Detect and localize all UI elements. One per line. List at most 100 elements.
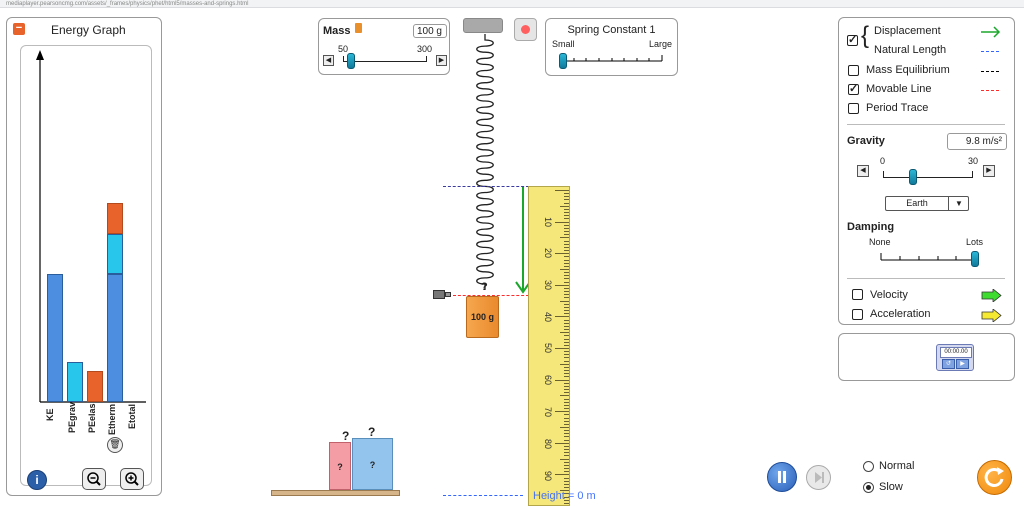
ruler-tick: [564, 259, 569, 261]
ruler-tick: [564, 389, 569, 391]
stop-button[interactable]: [514, 18, 537, 41]
ruler-tick: [564, 449, 569, 451]
ruler[interactable]: 10 20 30 40 50 60 70 80 90: [528, 186, 570, 506]
label-e-total: Etotal: [127, 403, 137, 429]
spring-constant-label: Spring Constant 1: [567, 24, 656, 36]
info-icon[interactable]: i: [27, 470, 47, 490]
period-trace-label: Period Trace: [866, 102, 929, 114]
bar-pe-elas: [67, 362, 83, 402]
bar-e-therm: [87, 371, 103, 402]
ruler-tick: [564, 294, 569, 296]
ruler-tick: [564, 297, 569, 299]
pause-button[interactable]: [767, 462, 797, 492]
spring-constant-thumb[interactable]: [559, 53, 567, 69]
ruler-tick: [564, 487, 569, 489]
ruler-tick: [564, 392, 569, 394]
stopwatch-reset-icon[interactable]: ↺: [942, 359, 955, 369]
ruler-number: 80: [543, 438, 554, 450]
right-control-panel: ✓ { Displacement Natural Length Mass Equ…: [838, 17, 1015, 325]
ruler-tick: [560, 237, 569, 239]
gravity-increase-button[interactable]: ▶: [983, 165, 995, 177]
ruler-number: 60: [543, 374, 554, 386]
ruler-tick: [560, 395, 569, 397]
velocity-checkbox[interactable]: [852, 289, 863, 300]
damping-max: Lots: [966, 237, 984, 247]
ruler-tick: [564, 335, 569, 337]
step-button[interactable]: [806, 465, 831, 490]
displacement-checkbox[interactable]: ✓: [847, 35, 858, 46]
ruler-tick: [564, 357, 569, 359]
ruler-tick: [560, 332, 569, 334]
mass-slider-thumb[interactable]: [347, 53, 356, 69]
mystery-mass-blue[interactable]: ?: [352, 438, 393, 490]
ruler-tick: [564, 196, 569, 198]
mass-equilibrium-label: Mass Equilibrium: [866, 64, 950, 76]
mass-label: Mass: [323, 25, 351, 37]
mass-increase-button[interactable]: ▶: [436, 55, 447, 66]
ruler-tick: [564, 341, 569, 343]
ruler-tick: [564, 281, 569, 283]
ruler-tick: [564, 401, 569, 403]
browser-url[interactable]: mediaplayer.pearsoncmg.com/assets/_frame…: [0, 0, 1024, 8]
ruler-number: 20: [543, 247, 554, 259]
gravity-slider-track[interactable]: [883, 177, 973, 178]
ruler-tick: [564, 464, 569, 466]
stopwatch-time: 00:00.00: [940, 347, 972, 358]
ruler-tick: [564, 382, 569, 384]
mass-slider-tick-min: [343, 56, 344, 62]
gravity-tick-max: [972, 171, 973, 177]
ruler-tick: [564, 480, 569, 482]
ruler-tick: [564, 360, 569, 362]
stop-icon: [521, 25, 530, 34]
ruler-tick: [560, 458, 569, 460]
trash-icon[interactable]: 🗑: [107, 437, 123, 453]
ruler-tick: [564, 218, 569, 220]
gravity-value: 9.8 m/s²: [947, 133, 1007, 150]
slow-speed-radio-dot: [866, 485, 871, 490]
damping-slider-track[interactable]: [879, 250, 979, 264]
stopwatch[interactable]: 00:00.00 ↺ ▶: [936, 344, 974, 371]
gravity-preset-select[interactable]: Earth ▼: [885, 196, 969, 211]
ruler-tick: [564, 306, 569, 308]
stopwatch-play-icon[interactable]: ▶: [956, 359, 969, 369]
mystery-mass-pink[interactable]: ?: [329, 442, 351, 490]
ruler-tick: [564, 329, 569, 331]
zoom-out-icon[interactable]: [82, 468, 106, 490]
spring[interactable]: [455, 32, 515, 294]
ruler-tick: [564, 291, 569, 293]
natural-length-label: Natural Length: [874, 44, 947, 56]
ruler-tick: [564, 224, 569, 226]
normal-speed-radio[interactable]: [863, 461, 874, 472]
label-pe-grav: PEgrav: [67, 401, 77, 433]
ruler-tick: [564, 404, 569, 406]
movable-line-handle[interactable]: [433, 290, 445, 299]
pause-icon: [778, 471, 781, 483]
zoom-in-icon[interactable]: [120, 468, 144, 490]
gravity-min: 0: [880, 156, 886, 166]
period-trace-checkbox[interactable]: [848, 103, 859, 114]
movable-line-icon: [981, 90, 999, 91]
ruler-number: 70: [543, 406, 554, 418]
mass-slider-track[interactable]: [343, 61, 427, 62]
ruler-number: 10: [543, 216, 554, 228]
gravity-decrease-button[interactable]: ◀: [857, 165, 869, 177]
movable-line-handle-tip: [445, 292, 451, 297]
energy-graph-title: Energy Graph: [51, 23, 126, 37]
acceleration-checkbox[interactable]: [852, 309, 863, 320]
ruler-tick: [564, 287, 569, 289]
reset-all-button[interactable]: [977, 460, 1012, 495]
height-reference-line: [443, 495, 523, 496]
damping-slider-thumb[interactable]: [971, 251, 979, 267]
mass-equilibrium-checkbox[interactable]: [848, 65, 859, 76]
mass-slider-tick-max: [426, 56, 427, 62]
movable-line-checkbox[interactable]: ✓: [848, 84, 859, 95]
ruler-tick: [564, 420, 569, 422]
ruler-tick: [564, 423, 569, 425]
ruler-tick: [564, 246, 569, 248]
hanging-mass[interactable]: 100 g: [466, 296, 499, 338]
collapse-button[interactable]: −: [13, 23, 25, 35]
gravity-slider-thumb[interactable]: [908, 169, 917, 185]
mass-decrease-button[interactable]: ◀: [323, 55, 334, 66]
slow-speed-radio[interactable]: [863, 482, 874, 493]
displacement-arrow-icon: [981, 26, 1001, 38]
